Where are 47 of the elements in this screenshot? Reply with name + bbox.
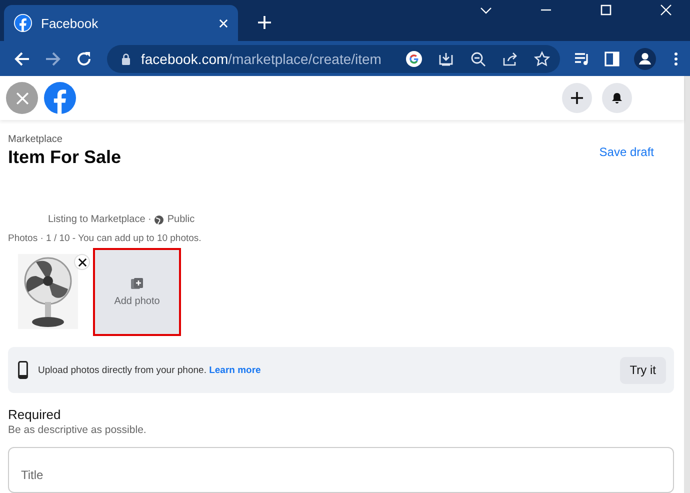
close-icon[interactable] xyxy=(660,4,672,16)
media-control-icon[interactable] xyxy=(574,50,590,67)
profile-icon[interactable] xyxy=(634,48,656,70)
side-panel-icon[interactable] xyxy=(604,50,620,67)
section-hint: Be as descriptive as possible. xyxy=(8,424,148,436)
facebook-logo-icon[interactable] xyxy=(44,82,76,114)
section-heading: Required xyxy=(8,407,62,422)
facebook-logo-icon xyxy=(14,14,32,32)
close-icon xyxy=(16,92,28,104)
reload-icon[interactable] xyxy=(76,50,92,67)
plus-icon xyxy=(571,92,583,104)
share-icon[interactable] xyxy=(502,50,518,67)
photos-caption: Photos · 1 / 10 - You can add up to 10 photos. xyxy=(8,233,202,244)
globe-icon xyxy=(154,214,164,224)
browser-tab[interactable]: Facebook xyxy=(4,5,238,42)
menu-icon[interactable] xyxy=(674,50,678,67)
forward-arrow-icon[interactable] xyxy=(45,50,61,67)
audience-text[interactable]: Public xyxy=(167,214,195,225)
google-icon[interactable] xyxy=(406,50,422,67)
url-text: facebook.com/marketplace/create/item xyxy=(141,50,382,67)
learn-more-link[interactable]: Learn more xyxy=(209,364,261,376)
listing-text: Listing to Marketplace · xyxy=(48,214,152,225)
tab-title: Facebook xyxy=(41,16,100,31)
zoom-out-icon[interactable] xyxy=(470,50,486,67)
try-it-button[interactable]: Try it xyxy=(620,356,666,384)
star-icon[interactable] xyxy=(534,50,550,67)
add-photo-icon xyxy=(131,278,143,290)
install-icon[interactable] xyxy=(438,50,454,67)
close-icon xyxy=(78,258,86,266)
close-button[interactable] xyxy=(6,82,38,114)
back-arrow-icon[interactable] xyxy=(14,50,30,67)
lock-icon xyxy=(121,52,131,65)
maximize-icon[interactable] xyxy=(600,4,612,16)
upload-hint: Upload photos directly from your phone. Learn more xyxy=(38,364,261,376)
breadcrumb[interactable]: Marketplace xyxy=(8,134,122,145)
address-bar[interactable]: facebook.com/marketplace/create/item xyxy=(107,44,560,73)
remove-photo-button[interactable] xyxy=(74,254,90,270)
close-icon[interactable] xyxy=(219,18,228,28)
phone-icon xyxy=(18,361,28,379)
bell-icon xyxy=(611,92,623,104)
title-field[interactable]: Title xyxy=(8,447,674,493)
add-photo-button[interactable]: Add photo xyxy=(93,248,181,336)
notifications-button[interactable] xyxy=(602,83,632,113)
save-draft-link[interactable]: Save draft xyxy=(599,145,654,159)
page-title: Item For Sale xyxy=(8,147,122,168)
create-button[interactable] xyxy=(562,83,592,113)
new-tab-icon[interactable] xyxy=(258,16,271,30)
